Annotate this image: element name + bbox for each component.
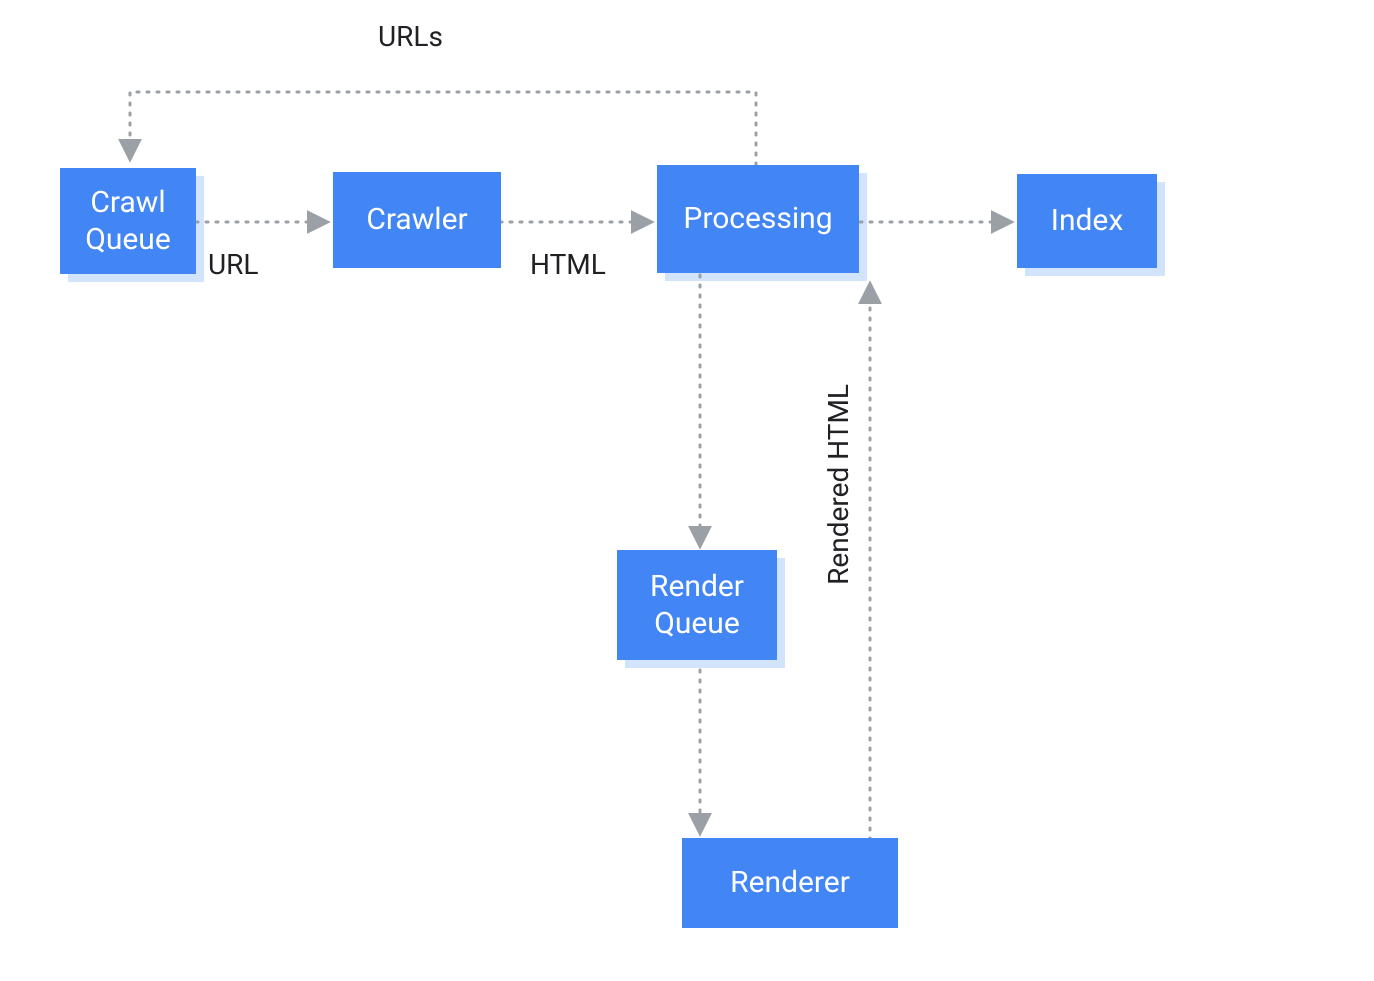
node-index-label: Index: [1051, 202, 1123, 240]
node-renderer: Renderer: [682, 838, 898, 928]
node-index: Index: [1017, 174, 1157, 268]
node-crawl-queue: CrawlQueue: [60, 168, 196, 274]
node-crawler: Crawler: [333, 172, 501, 268]
node-render-queue: RenderQueue: [617, 550, 777, 660]
diagram-connectors: [0, 0, 1374, 981]
node-renderer-label: Renderer: [730, 864, 850, 902]
node-crawler-label: Crawler: [366, 201, 467, 239]
edge-label-html: HTML: [530, 248, 606, 281]
node-processing: Processing: [657, 165, 859, 273]
node-crawl-queue-label: CrawlQueue: [85, 184, 171, 259]
edge-label-url: URL: [208, 248, 259, 281]
edge-label-urls: URLs: [378, 20, 443, 53]
node-processing-label: Processing: [683, 200, 832, 238]
edge-label-rendered-html: Rendered HTML: [822, 384, 855, 585]
node-render-queue-label: RenderQueue: [650, 568, 744, 643]
